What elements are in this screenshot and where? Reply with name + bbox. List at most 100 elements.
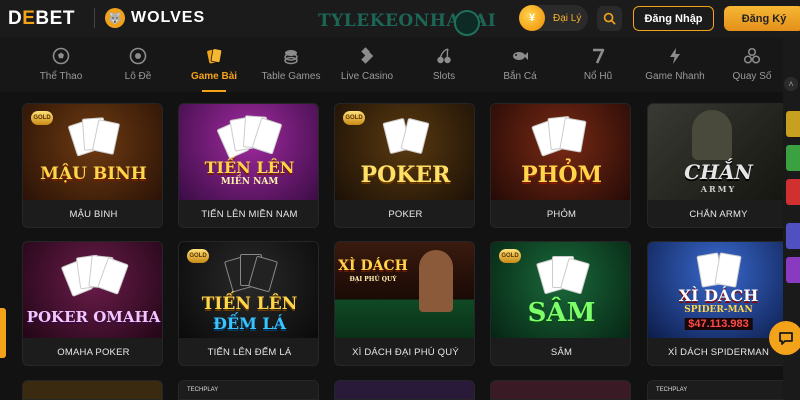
game-art-title: TIẾN LÊN [201, 294, 298, 314]
nav-label: Live Casino [340, 71, 394, 82]
game-card-poker[interactable]: GOLD POKER POKER [334, 103, 475, 228]
game-card-xi-dach-spiderman[interactable]: XÌ DÁCH SPIDER-MAN $47.113.983 XÌ DÁCH S… [647, 241, 788, 366]
logo-letters-bet: BET [35, 8, 75, 29]
game-thumbnail: GOLD MẬU BINH [23, 104, 162, 200]
search-icon [603, 12, 616, 25]
nav-item-the-thao[interactable]: Thể Thao [40, 37, 82, 92]
game-title: POKER [388, 209, 423, 220]
promo-tile[interactable] [786, 179, 800, 205]
nav-item-game-bai[interactable]: Game Bài [191, 37, 237, 92]
register-button[interactable]: Đăng Ký [724, 6, 800, 31]
game-card-partial[interactable]: TECHPLAY [647, 380, 788, 400]
partner-name: WOLVES [131, 9, 206, 26]
game-card-omaha-poker[interactable]: POKER OMAHA OMAHA POKER [22, 241, 163, 366]
game-thumbnail: XÌ DÁCH SPIDER-MAN $47.113.983 [648, 242, 787, 338]
game-card-partial[interactable] [22, 380, 163, 400]
chat-button[interactable] [769, 321, 800, 355]
nav-label: Slots [432, 71, 456, 82]
nav-label: Lô Đề [124, 71, 152, 82]
chevron-up-icon[interactable]: ˄ [784, 77, 798, 91]
agent-label: Đại Lý [553, 12, 582, 24]
game-card-xi-dach-dai-phu-quy[interactable]: XÌ DÁCH ĐẠI PHÚ QUÝ XÌ DÁCH ĐẠI PHÚ QUÝ [334, 241, 475, 366]
lottery-ball-icon [128, 46, 148, 66]
game-art-title: XÌ DÁCH [338, 258, 408, 274]
game-title: TIẾN LÊN MIỀN NAM [201, 209, 298, 220]
game-card-tien-len-mien-nam[interactable]: TIẾN LÊN MIỀN NAM TIẾN LÊN MIỀN NAM [178, 103, 319, 228]
game-art-subtitle: MIỀN NAM [220, 177, 279, 187]
wolves-partner-logo: 🐺 WOLVES [105, 8, 205, 28]
game-title: SÂM [550, 347, 573, 358]
game-art-title: MẬU BINH [40, 164, 147, 184]
search-button[interactable] [597, 6, 622, 31]
game-art-title: POKER [360, 162, 451, 188]
login-button[interactable]: Đăng Nhập [633, 6, 714, 31]
gold-badge-icon: GOLD [343, 111, 365, 125]
jackpot-amount: $47.113.983 [684, 318, 753, 330]
diamond-suit-icon [357, 46, 377, 66]
nav-item-no-hu[interactable]: Nổ Hũ [582, 37, 614, 92]
cards-fan-icon [535, 254, 590, 295]
logo-letter-d: D [8, 8, 23, 29]
nav-item-table-games[interactable]: Table Games [260, 37, 322, 92]
game-thumbnail: TIẾN LÊN MIỀN NAM [179, 104, 318, 200]
nav-item-ban-ca[interactable]: Bắn Cá [503, 37, 537, 92]
game-title: CHẮN ARMY [689, 209, 748, 220]
cards-fan-icon [60, 254, 129, 297]
game-card-sam[interactable]: GOLD SÂM SÂM [490, 241, 631, 366]
cards-fan-icon [380, 116, 432, 156]
gold-badge-icon: GOLD [187, 249, 209, 263]
fish-icon [510, 46, 530, 66]
game-art-title: PHỎM [521, 162, 602, 188]
soccer-ball-icon [51, 46, 71, 66]
watermark-ball-icon [454, 10, 480, 36]
game-title: XÌ DÁCH SPIDERMAN [667, 347, 770, 358]
game-card-partial[interactable] [490, 380, 631, 400]
game-art-title: TIẾN LÊN [204, 158, 295, 177]
game-card-partial[interactable]: TECHPLAY [178, 380, 319, 400]
nav-item-game-nhanh[interactable]: Game Nhanh [644, 37, 706, 92]
game-thumbnail: PHỎM [491, 104, 630, 200]
nav-label: Game Bài [190, 71, 238, 82]
game-card-phom[interactable]: PHỎM PHỎM [490, 103, 631, 228]
game-grid: GOLD MẬU BINH MẬU BINH TIẾN LÊN MIỀN NAM… [0, 92, 788, 400]
game-art-title: XÌ DÁCH [678, 286, 759, 305]
left-drawer-tab[interactable] [0, 308, 6, 358]
category-nav: Thể Thao Lô Đề Game Bài Table Games Live… [0, 37, 783, 92]
cards-fan-icon [215, 115, 282, 160]
cherry-icon [434, 46, 454, 66]
logo-divider [94, 8, 95, 28]
chips-icon [281, 46, 301, 66]
promo-tile[interactable] [786, 145, 800, 171]
game-thumbnail: POKER OMAHA [23, 242, 162, 338]
game-thumbnail: CHẮN ARMY [648, 104, 787, 200]
promo-tile[interactable] [786, 257, 800, 283]
game-art-subtitle: ĐẠI PHÚ QUÝ [349, 276, 397, 283]
promo-tile[interactable] [786, 223, 800, 249]
page: DEBET 🐺 WOLVES TYLEKEONHACAI ¥ Đại Lý Đă… [0, 0, 800, 400]
nav-item-slots[interactable]: Slots [430, 37, 458, 92]
logo-letter-e: E [22, 8, 36, 29]
game-card-tien-len-dem-la[interactable]: GOLD TIẾN LÊN ĐẾM LÁ TIẾN LÊN ĐẾM LÁ [178, 241, 319, 366]
game-thumbnail: GOLD TIẾN LÊN ĐẾM LÁ [179, 242, 318, 338]
game-thumbnail: XÌ DÁCH ĐẠI PHÚ QUÝ [335, 242, 474, 338]
balls-icon [742, 46, 762, 66]
nav-item-live-casino[interactable]: Live Casino [340, 37, 394, 92]
game-card-chan-army[interactable]: CHẮN ARMY CHẮN ARMY [647, 103, 788, 228]
nav-label: Game Nhanh [645, 71, 705, 82]
nav-item-quay-so[interactable]: Quay Số [732, 37, 772, 92]
nav-label: Thể Thao [39, 71, 83, 82]
game-card-mau-binh[interactable]: GOLD MẬU BINH MẬU BINH [22, 103, 163, 228]
agent-button[interactable]: ¥ Đại Lý [519, 5, 588, 31]
game-art-title: CHẮN [684, 160, 753, 184]
nav-item-lo-de[interactable]: Lô Đề [118, 37, 158, 92]
promo-tile[interactable] [786, 111, 800, 137]
gold-badge-icon: GOLD [499, 249, 521, 263]
debet-logo[interactable]: DEBET [8, 8, 75, 30]
provider-tag: TECHPLAY [656, 387, 688, 393]
game-card-partial[interactable] [334, 380, 475, 400]
game-thumbnail: GOLD POKER [335, 104, 474, 200]
nav-label: Quay Số [732, 71, 772, 82]
soldier-figure [692, 110, 732, 160]
provider-tag: TECHPLAY [187, 387, 219, 393]
agent-coin-icon: ¥ [519, 5, 545, 31]
